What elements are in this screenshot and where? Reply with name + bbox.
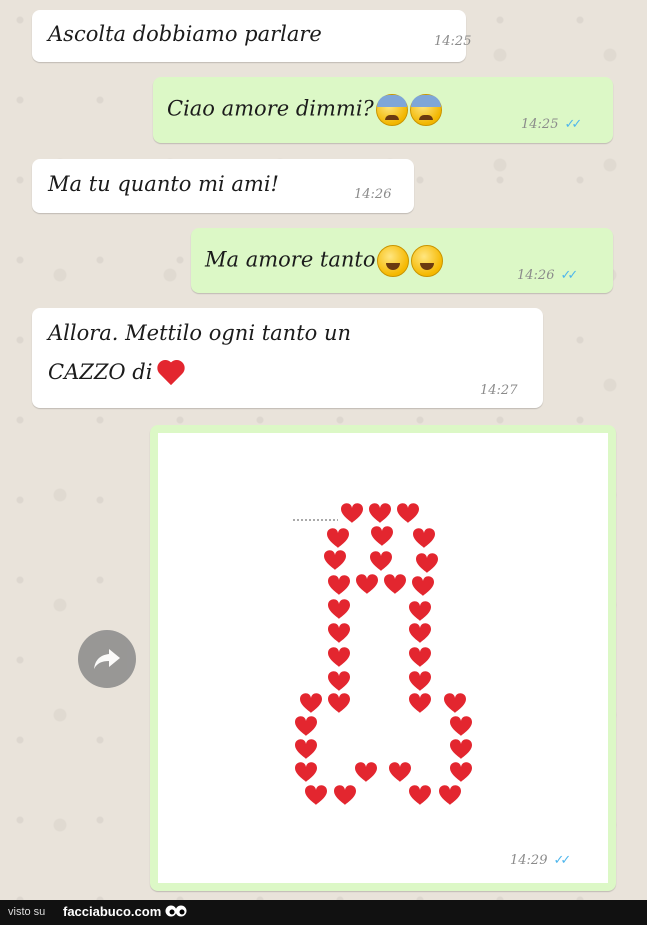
heart-icon [370, 551, 392, 571]
red-heart-icon [156, 361, 186, 387]
heart-icon [389, 762, 411, 782]
message-text: Ma amore tanto [205, 245, 444, 277]
heart-icon [300, 693, 322, 713]
message-bubble-outgoing[interactable]: Ma amore tanto 14:26 ✓✓ [191, 228, 613, 293]
forward-button[interactable] [78, 630, 136, 688]
message-text: Ascolta dobbiamo parlare [48, 22, 322, 46]
message-text-line2: CAZZO di [48, 360, 186, 387]
message-bubble-outgoing[interactable]: Ciao amore dimmi? 14:25 ✓✓ [153, 77, 613, 143]
heart-icon [439, 785, 461, 805]
heart-icon [416, 553, 438, 573]
message-time: 14:25 [434, 34, 472, 49]
heart-icon [409, 693, 431, 713]
read-ticks-icon: ✓✓ [560, 268, 578, 283]
message-time: 14:25 ✓✓ [521, 117, 582, 132]
footer-prefix: visto su [8, 906, 46, 918]
heart-icon [409, 601, 431, 621]
heart-icon [295, 716, 317, 736]
heart-icon [328, 623, 350, 643]
heart-icon [412, 576, 434, 596]
heart-icon [397, 503, 419, 523]
message-text: Ma tu quanto mi ami! [48, 172, 279, 196]
fearful-face-icon [375, 94, 408, 126]
heart-icon [305, 785, 327, 805]
heart-icon [409, 785, 431, 805]
heart-icon [295, 762, 317, 782]
heart-icon [450, 762, 472, 782]
fearful-face-icon [409, 94, 442, 126]
message-bubble-incoming[interactable]: Ascolta dobbiamo parlare 14:25 [32, 10, 471, 62]
heart-icon [356, 574, 378, 594]
heart-shape-drawing [293, 503, 472, 805]
heart-icon [355, 762, 377, 782]
heart-icon [384, 574, 406, 594]
site-footer: visto su facciabuco.com [0, 900, 647, 925]
heart-icon [328, 693, 350, 713]
share-arrow-icon [94, 649, 120, 669]
heart-icon [328, 647, 350, 667]
message-time-text: 14:26 [517, 268, 555, 283]
heart-icon [444, 693, 466, 713]
heart-icon [371, 526, 393, 546]
heart-icon [409, 623, 431, 643]
message-time-text: 14:25 [521, 117, 559, 132]
footer-site[interactable]: facciabuco.com [63, 904, 161, 919]
heart-icon [295, 739, 317, 759]
heart-icon [450, 716, 472, 736]
heart-icon [413, 528, 435, 548]
message-time-text: 14:29 [510, 853, 548, 868]
heart-icon [341, 503, 363, 523]
heart-icon [327, 528, 349, 548]
message-text-content: Ciao amore dimmi? [167, 96, 374, 121]
heart-icon [409, 671, 431, 691]
eyes-logo-icon [165, 905, 187, 917]
read-ticks-icon: ✓✓ [553, 853, 571, 868]
heart-icon [409, 647, 431, 667]
heart-icon [328, 671, 350, 691]
message-text-content: Ma amore tanto [205, 247, 376, 272]
message-time: 14:26 [354, 187, 392, 202]
heart-icon [334, 785, 356, 805]
message-time: 14:29 ✓✓ [510, 853, 571, 868]
heart-drawing-image[interactable]: 14:29 ✓✓ [158, 433, 608, 883]
heart-icon [450, 739, 472, 759]
read-ticks-icon: ✓✓ [564, 117, 582, 132]
message-time: 14:27 [480, 383, 518, 398]
message-text-line1: Allora. Mettilo ogni tanto un [48, 321, 352, 345]
message-text-content: CAZZO di [48, 360, 153, 384]
heart-icon [328, 575, 350, 595]
message-text: Ciao amore dimmi? [167, 94, 442, 126]
sweat-smile-face-icon [411, 245, 444, 277]
message-bubble-incoming[interactable]: Allora. Mettilo ogni tanto un CAZZO di 1… [32, 308, 543, 408]
sweat-smile-face-icon [377, 245, 410, 277]
message-bubble-incoming[interactable]: Ma tu quanto mi ami! 14:26 [32, 159, 414, 213]
heart-icon [369, 503, 391, 523]
heart-icon [328, 599, 350, 619]
message-time: 14:26 ✓✓ [517, 268, 578, 283]
heart-icon [324, 550, 346, 570]
